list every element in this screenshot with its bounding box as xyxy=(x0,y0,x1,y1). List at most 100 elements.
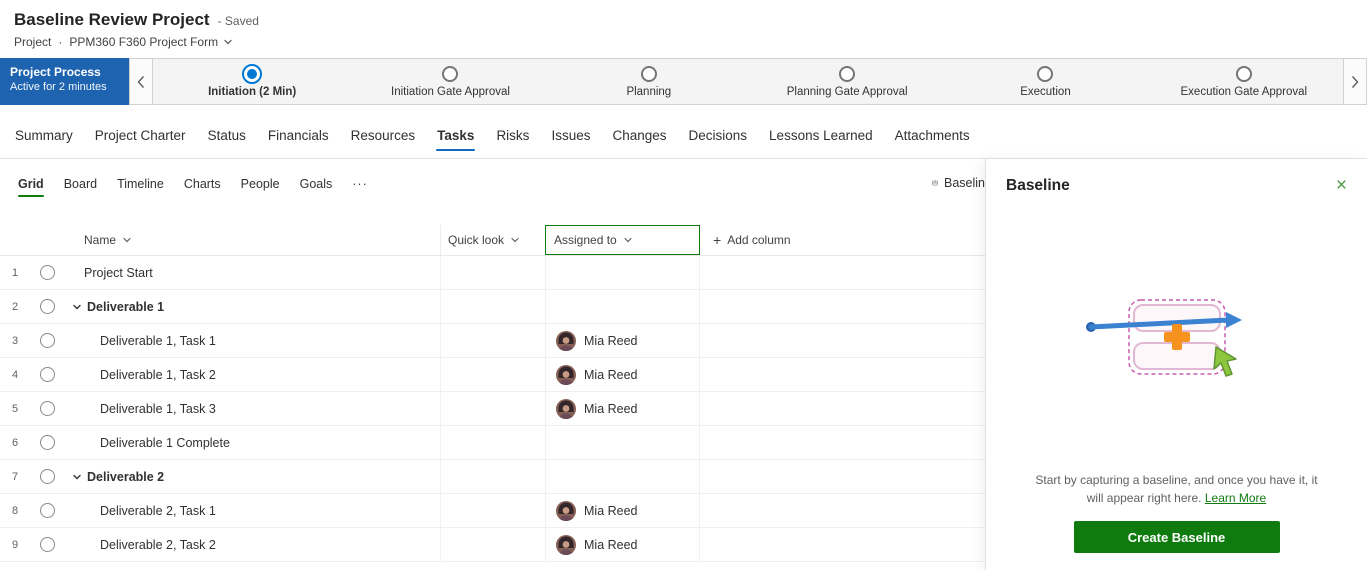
panel-body-text: Start by capturing a baseline, and once … xyxy=(1035,473,1318,505)
view-tab-grid[interactable]: Grid xyxy=(10,173,52,201)
tab-attachments[interactable]: Attachments xyxy=(884,112,981,158)
row-selector-radio[interactable] xyxy=(39,537,55,552)
form-selector[interactable]: PPM360 F360 Project Form xyxy=(69,35,233,49)
baseline-toolbar-button[interactable]: Baselin xyxy=(932,175,985,191)
step-initiation-gate-approval[interactable]: Initiation Gate Approval xyxy=(351,59,549,104)
task-name-cell[interactable]: Project Start xyxy=(64,256,440,289)
more-views-button[interactable]: ··· xyxy=(344,173,376,201)
tab-risks[interactable]: Risks xyxy=(485,112,540,158)
task-name-cell[interactable]: Deliverable 2, Task 1 xyxy=(64,494,440,527)
assigned-to-cell[interactable] xyxy=(545,460,700,493)
tab-tasks[interactable]: Tasks xyxy=(426,112,485,158)
task-name-cell[interactable]: Deliverable 1 xyxy=(64,290,440,323)
tab-lessons-learned[interactable]: Lessons Learned xyxy=(758,112,884,158)
quick-look-cell[interactable] xyxy=(440,324,545,357)
tab-financials[interactable]: Financials xyxy=(257,112,340,158)
row-selector-radio[interactable] xyxy=(39,367,55,382)
step-execution[interactable]: Execution xyxy=(946,59,1144,104)
row-selector-radio[interactable] xyxy=(39,299,55,314)
row-selector[interactable] xyxy=(30,503,64,518)
step-planning[interactable]: Planning xyxy=(550,59,748,104)
quick-look-cell[interactable] xyxy=(440,460,545,493)
step-pending-icon xyxy=(640,66,657,82)
row-selector[interactable] xyxy=(30,435,64,450)
row-selector[interactable] xyxy=(30,537,64,552)
table-row: 6 Deliverable 1 Complete xyxy=(0,426,985,460)
row-selector-radio[interactable] xyxy=(39,333,55,348)
column-header-name[interactable]: Name xyxy=(64,225,440,255)
task-name-cell[interactable]: Deliverable 2, Task 2 xyxy=(64,528,440,561)
task-name-cell[interactable]: Deliverable 1, Task 3 xyxy=(64,392,440,425)
row-selector[interactable] xyxy=(30,333,64,348)
row-selector[interactable] xyxy=(30,299,64,314)
save-status: - Saved xyxy=(217,14,259,28)
assigned-to-cell[interactable]: Mia Reed xyxy=(545,392,700,425)
tasks-grid-area: Grid Board Timeline Charts People Goals … xyxy=(0,159,985,570)
row-selector-radio[interactable] xyxy=(39,265,55,280)
chevron-down-icon[interactable] xyxy=(72,302,82,312)
row-selector-radio[interactable] xyxy=(39,435,55,450)
quick-look-cell[interactable] xyxy=(440,426,545,459)
breadcrumb-app: Project xyxy=(14,35,52,49)
row-selector[interactable] xyxy=(30,401,64,416)
row-number: 6 xyxy=(11,436,19,449)
view-tab-timeline[interactable]: Timeline xyxy=(109,173,172,201)
tab-summary[interactable]: Summary xyxy=(4,112,84,158)
quick-look-cell[interactable] xyxy=(440,358,545,391)
quick-look-cell[interactable] xyxy=(440,528,545,561)
chevron-down-icon xyxy=(624,237,632,243)
quick-look-cell[interactable] xyxy=(440,392,545,425)
row-selector-radio[interactable] xyxy=(39,469,55,484)
chevron-right-icon xyxy=(1351,75,1359,88)
row-selector[interactable] xyxy=(30,265,64,280)
row-filler xyxy=(700,494,985,527)
tab-resources[interactable]: Resources xyxy=(340,112,427,158)
view-tab-board[interactable]: Board xyxy=(56,173,105,201)
assigned-to-cell[interactable]: Mia Reed xyxy=(545,358,700,391)
quick-look-cell[interactable] xyxy=(440,494,545,527)
row-selector[interactable] xyxy=(30,469,64,484)
avatar xyxy=(556,534,576,555)
assigned-to-cell[interactable]: Mia Reed xyxy=(545,494,700,527)
step-initiation[interactable]: Initiation (2 Min) xyxy=(153,59,351,104)
assigned-to-cell[interactable] xyxy=(545,256,700,289)
assigned-to-cell[interactable] xyxy=(545,426,700,459)
tab-status[interactable]: Status xyxy=(197,112,257,158)
task-name-cell[interactable]: Deliverable 2 xyxy=(64,460,440,493)
assigned-to-cell[interactable] xyxy=(545,290,700,323)
task-name-cell[interactable]: Deliverable 1, Task 1 xyxy=(64,324,440,357)
header-row-number xyxy=(0,225,30,255)
baseline-toolbar-label: Baselin xyxy=(944,176,985,190)
tab-issues[interactable]: Issues xyxy=(540,112,601,158)
close-icon[interactable]: × xyxy=(1330,174,1353,197)
row-selector[interactable] xyxy=(30,367,64,382)
header-select-all[interactable] xyxy=(30,225,64,255)
chevron-down-icon[interactable] xyxy=(72,472,82,482)
view-tab-people[interactable]: People xyxy=(233,173,288,201)
task-name-cell[interactable]: Deliverable 1, Task 2 xyxy=(64,358,440,391)
task-name-cell[interactable]: Deliverable 1 Complete xyxy=(64,426,440,459)
stepper-prev-button[interactable] xyxy=(129,58,153,105)
process-name: Project Process xyxy=(10,65,101,79)
step-planning-gate-approval[interactable]: Planning Gate Approval xyxy=(748,59,946,104)
view-tab-charts[interactable]: Charts xyxy=(176,173,229,201)
chevron-down-icon xyxy=(511,237,519,243)
avatar xyxy=(556,364,576,385)
step-execution-gate-approval[interactable]: Execution Gate Approval xyxy=(1145,59,1343,104)
tab-project-charter[interactable]: Project Charter xyxy=(84,112,197,158)
tab-decisions[interactable]: Decisions xyxy=(678,112,759,158)
quick-look-cell[interactable] xyxy=(440,290,545,323)
assigned-to-cell[interactable]: Mia Reed xyxy=(545,528,700,561)
row-selector-radio[interactable] xyxy=(39,503,55,518)
add-column-button[interactable]: + Add column xyxy=(700,225,985,255)
create-baseline-button[interactable]: Create Baseline xyxy=(1073,521,1280,553)
column-header-assigned-to[interactable]: Assigned to xyxy=(545,225,700,255)
quick-look-cell[interactable] xyxy=(440,256,545,289)
tab-changes[interactable]: Changes xyxy=(601,112,677,158)
view-tab-goals[interactable]: Goals xyxy=(292,173,341,201)
column-header-quick-look[interactable]: Quick look xyxy=(440,225,545,255)
row-selector-radio[interactable] xyxy=(39,401,55,416)
learn-more-link[interactable]: Learn More xyxy=(1205,491,1266,505)
assigned-to-cell[interactable]: Mia Reed xyxy=(545,324,700,357)
stepper-next-button[interactable] xyxy=(1343,58,1367,105)
